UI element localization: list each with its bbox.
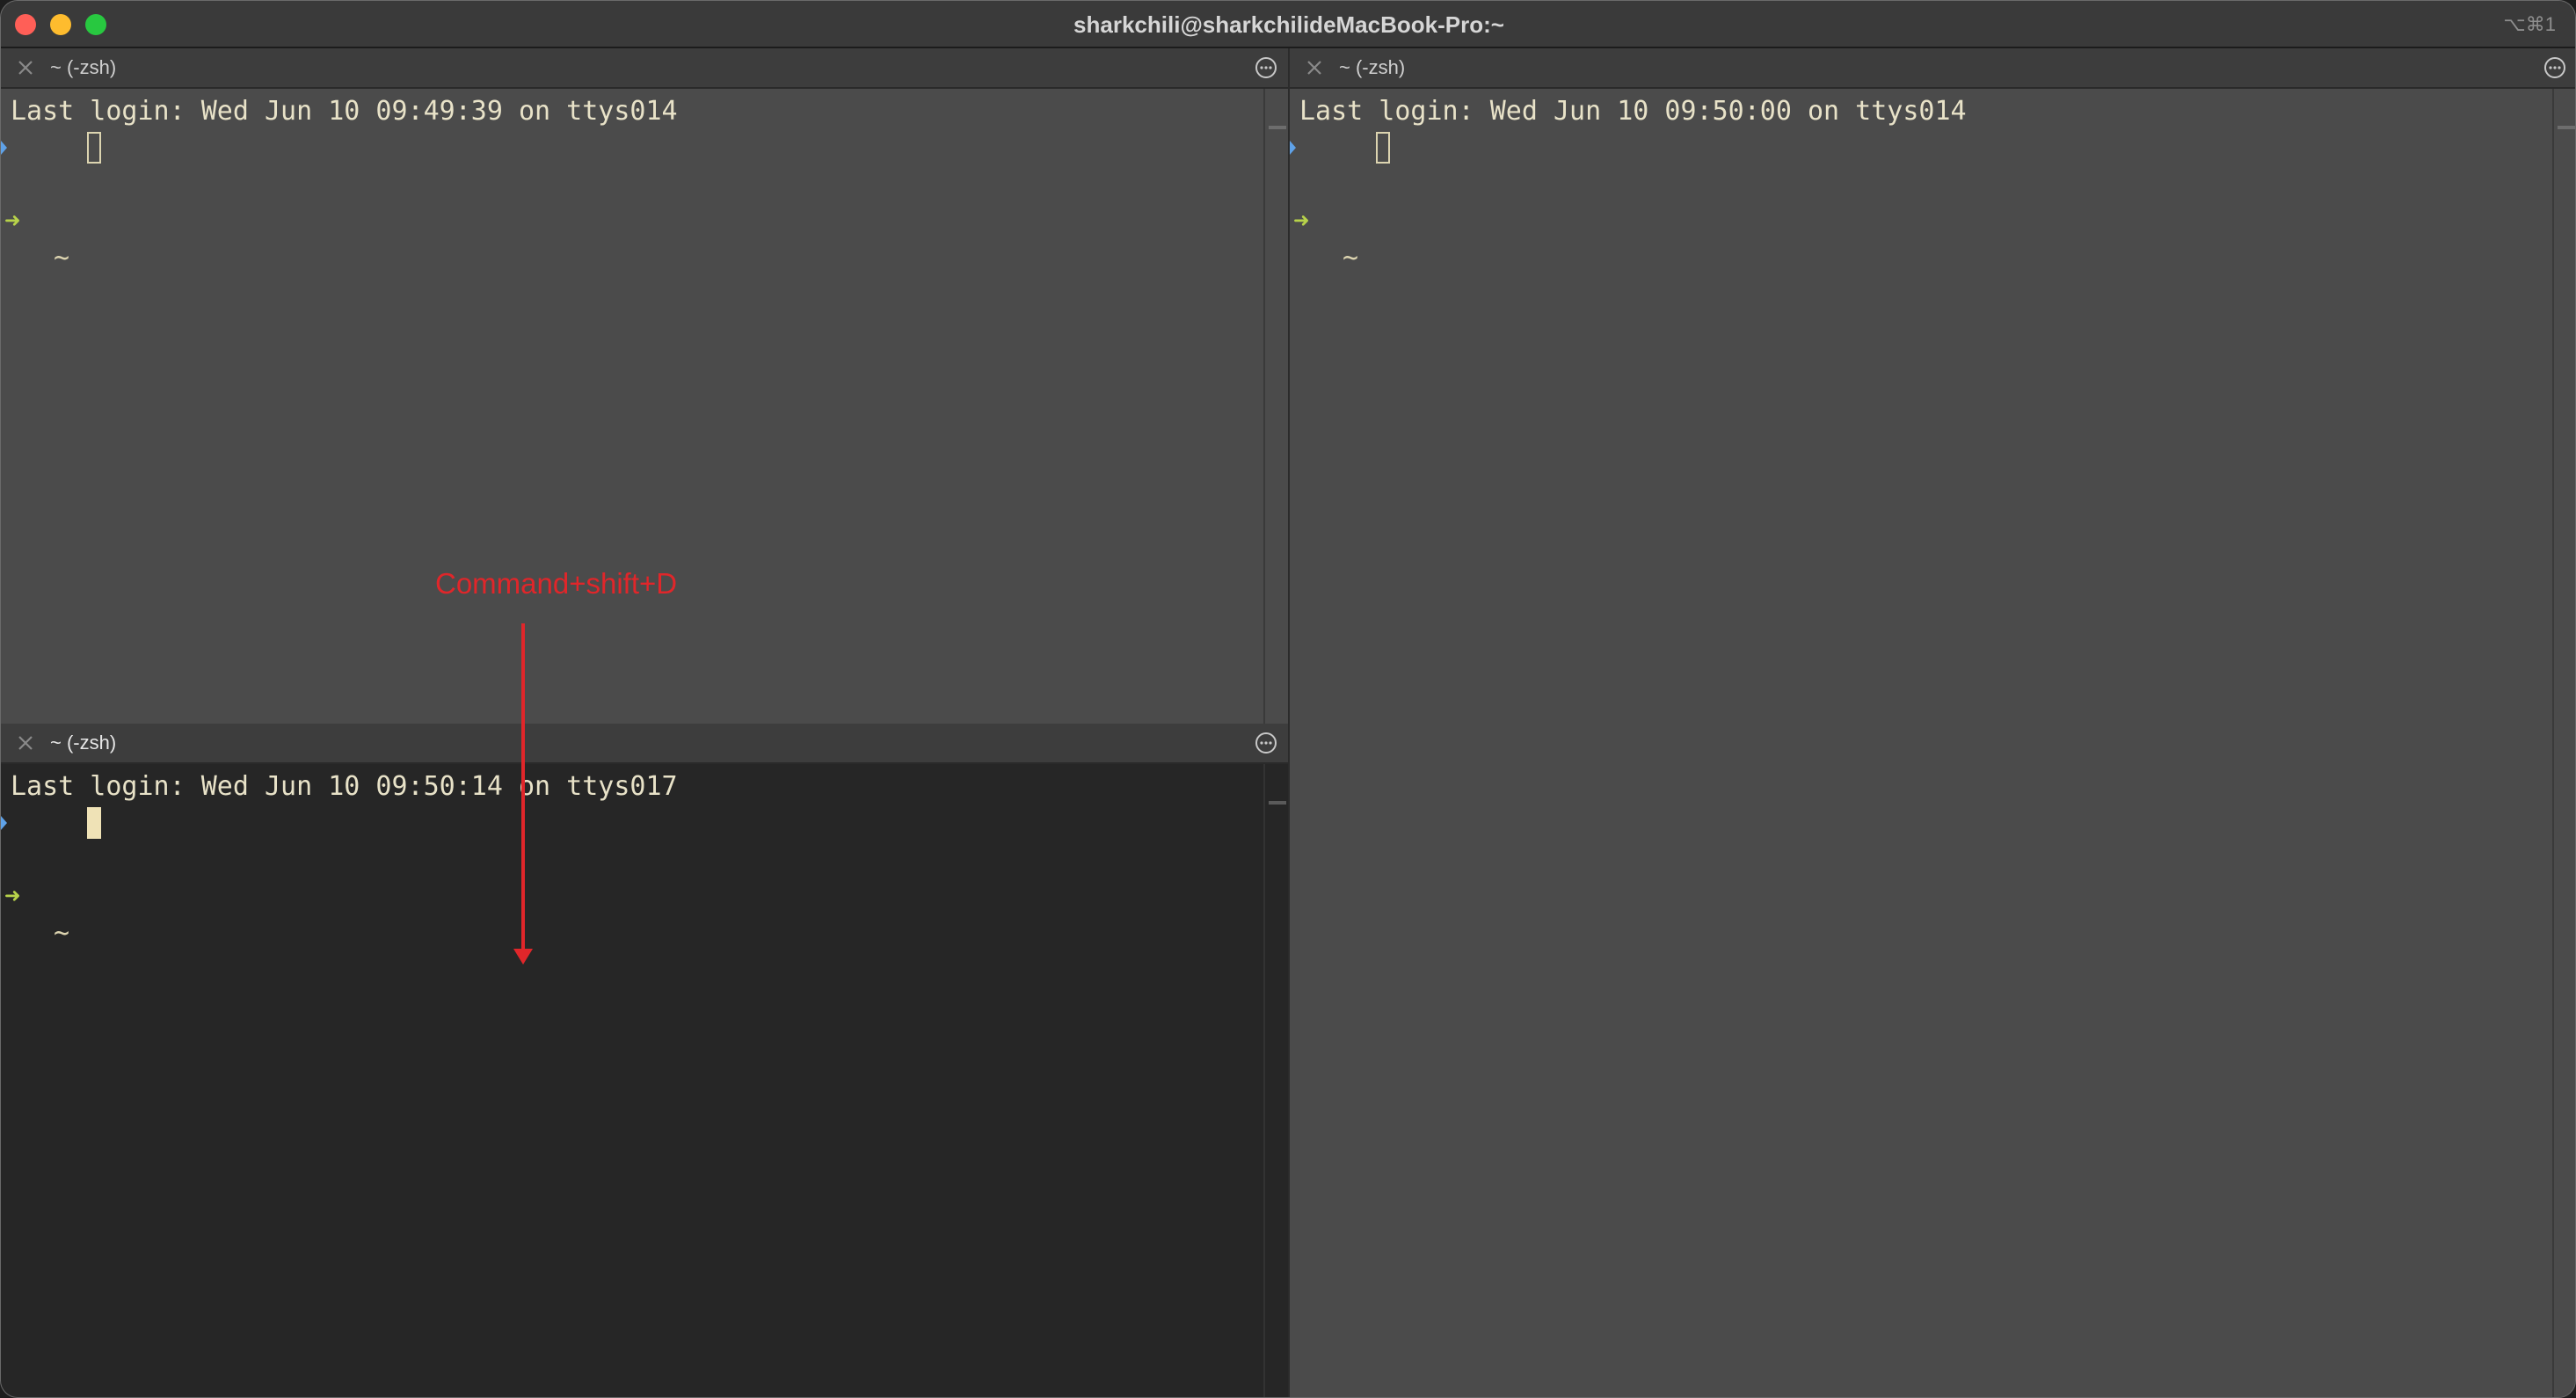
- close-icon[interactable]: [13, 55, 38, 80]
- close-icon[interactable]: [1302, 55, 1327, 80]
- terminal-output[interactable]: Last login: Wed Jun 10 09:49:39 on ttys0…: [1, 89, 1263, 724]
- scrollbar[interactable]: [2552, 89, 2575, 1397]
- pane-tab-title: ~ (-zsh): [50, 732, 117, 754]
- terminal-output[interactable]: Last login: Wed Jun 10 09:50:14 on ttys0…: [1, 764, 1263, 1397]
- window-shortcut: ⌥⌘1: [2503, 13, 2556, 35]
- prompt-marker-icon: [1, 141, 7, 155]
- more-icon[interactable]: [2543, 56, 2566, 79]
- annotation-arrow-head-icon: [513, 949, 533, 965]
- prompt-directory: ~: [1343, 243, 1359, 273]
- close-icon[interactable]: [13, 731, 38, 755]
- text-cursor: [87, 807, 101, 839]
- text-cursor: [87, 132, 101, 164]
- shell-prompt: ➜ ~: [1290, 129, 1417, 273]
- scroll-marker: [1269, 126, 1286, 129]
- terminal-output[interactable]: Last login: Wed Jun 10 09:50:00 on ttys0…: [1290, 89, 2552, 1397]
- login-line: Last login: Wed Jun 10 09:50:14 on ttys0…: [11, 771, 678, 802]
- text-cursor: [1376, 132, 1390, 164]
- prompt-marker-icon: [1290, 141, 1296, 155]
- window-title: sharkchili@sharkchilideMacBook-Pro:~: [1073, 11, 1504, 38]
- split-pane-right[interactable]: ~ (-zsh) Last login: Wed Jun 10 09:50:00…: [1288, 48, 2575, 1397]
- prompt-arrow-icon: ➜: [1293, 206, 1310, 237]
- scroll-marker: [1269, 801, 1286, 805]
- pane-tab-title: ~ (-zsh): [1339, 56, 1406, 78]
- pane-tab-title: ~ (-zsh): [50, 56, 117, 78]
- annotation-arrow-shaft: [521, 623, 525, 954]
- prompt-directory: ~: [54, 918, 70, 949]
- terminal-window: sharkchili@sharkchilideMacBook-Pro:~ ⌥⌘1…: [0, 0, 2576, 1398]
- more-icon[interactable]: [1255, 56, 1277, 79]
- pane-header: ~ (-zsh): [1, 48, 1288, 89]
- shell-prompt: ➜ ~: [1, 129, 128, 273]
- scrollbar[interactable]: [1263, 764, 1288, 1397]
- login-line: Last login: Wed Jun 10 09:50:00 on ttys0…: [1299, 96, 1967, 127]
- pane-header: ~ (-zsh): [1, 724, 1288, 764]
- prompt-directory: ~: [54, 243, 70, 273]
- more-icon[interactable]: [1255, 732, 1277, 754]
- pane-header: ~ (-zsh): [1290, 48, 2575, 89]
- scroll-marker: [2558, 126, 2575, 129]
- scrollbar[interactable]: [1263, 89, 1288, 724]
- split-pane-bottom-left[interactable]: ~ (-zsh) Last login: Wed Jun 10 09:50:14…: [1, 724, 1288, 1397]
- shell-prompt: ➜ ~: [1, 805, 128, 949]
- split-pane-top-left[interactable]: ~ (-zsh) Last login: Wed Jun 10 09:49:39…: [1, 48, 1288, 724]
- title-bar[interactable]: sharkchili@sharkchilideMacBook-Pro:~ ⌥⌘1: [1, 1, 2575, 48]
- prompt-marker-icon: [1, 816, 7, 830]
- login-line: Last login: Wed Jun 10 09:49:39 on ttys0…: [11, 96, 678, 127]
- annotation-label: Command+shift+D: [435, 567, 678, 600]
- prompt-arrow-icon: ➜: [4, 206, 21, 237]
- prompt-arrow-icon: ➜: [4, 881, 21, 912]
